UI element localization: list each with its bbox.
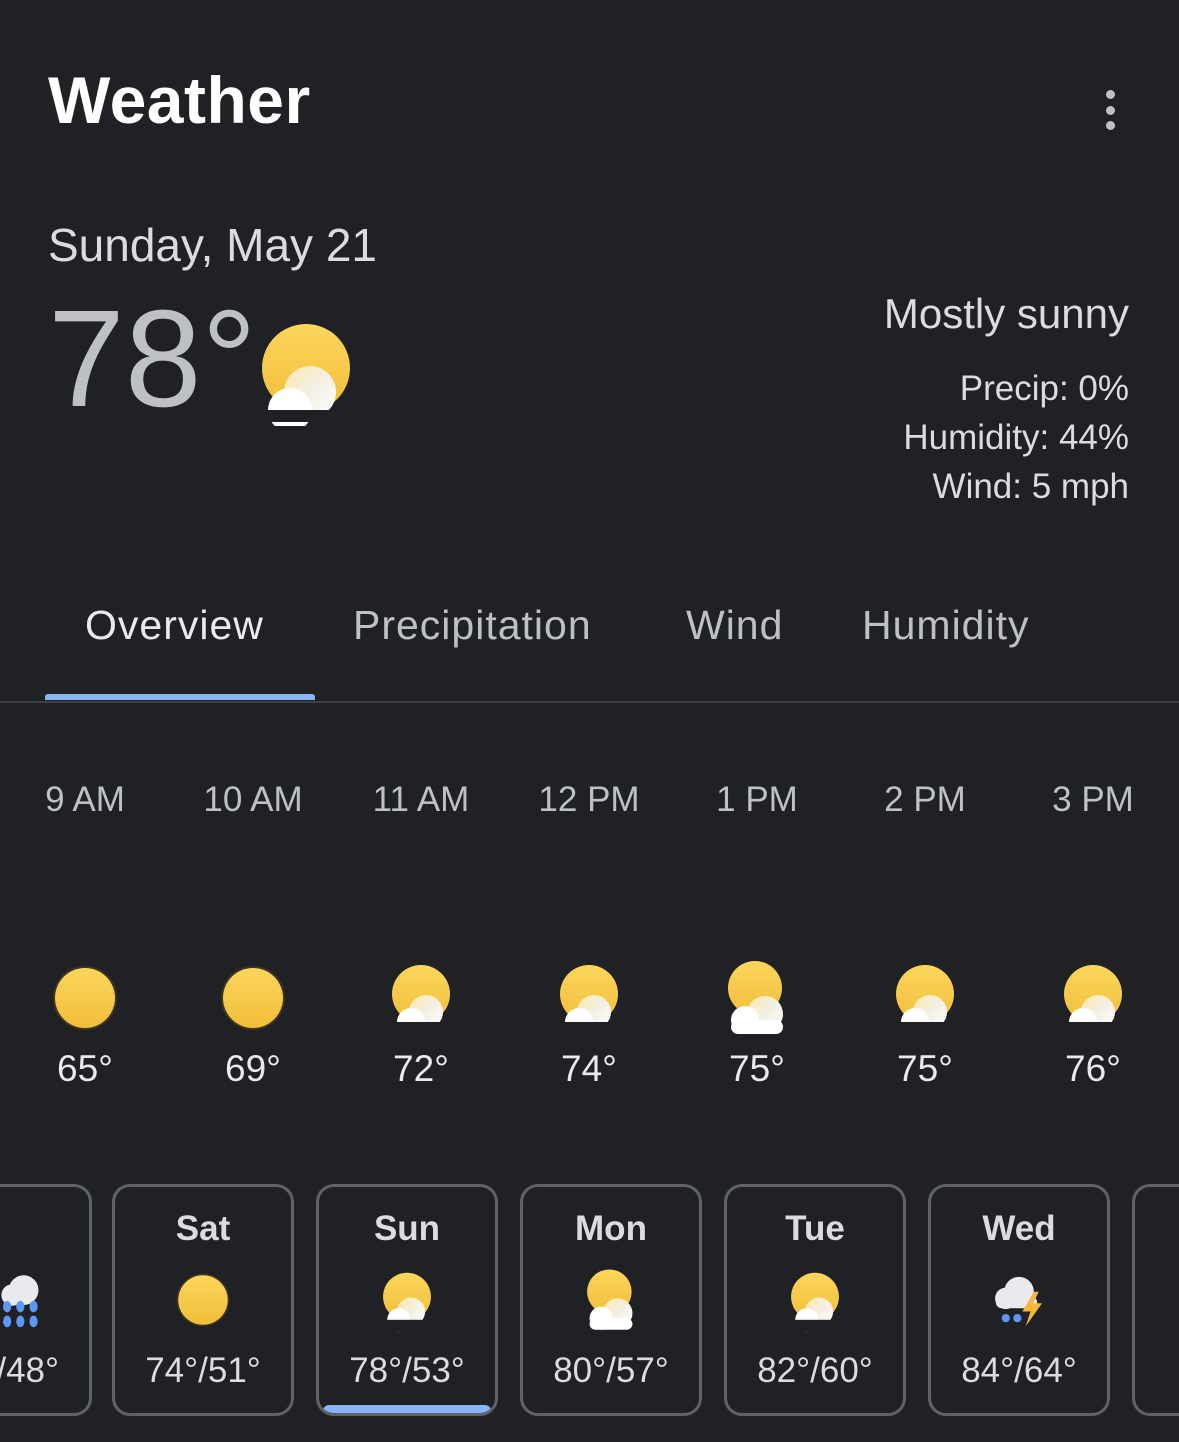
day-card-mon[interactable]: Mon 80°/57° bbox=[520, 1184, 702, 1416]
thunderstorm-icon bbox=[995, 1276, 1043, 1327]
more-vert-icon bbox=[1105, 90, 1115, 99]
mostly-sunny-icon bbox=[262, 324, 350, 426]
hourly-item: 11 AM 72° bbox=[337, 770, 505, 1090]
day-card-sat[interactable]: Sat 74°/51° bbox=[112, 1184, 294, 1416]
weather-page: Weather Sunday, May 21 78° Mostly sunny … bbox=[0, 0, 1179, 1442]
day-temp-range: 84°/64° bbox=[961, 1351, 1077, 1390]
hour-temperature: 65° bbox=[57, 1048, 113, 1089]
day-temp-range: 82°/60° bbox=[757, 1351, 873, 1390]
tab-overview[interactable]: Overview bbox=[85, 602, 264, 649]
day-name: Sun bbox=[373, 1209, 441, 1248]
tab-precipitation[interactable]: Precipitation bbox=[353, 602, 592, 649]
hourly-item: 1 PM 75° bbox=[673, 770, 841, 1090]
day-temp-range: /48° bbox=[0, 1351, 59, 1390]
tab-wind[interactable]: Wind bbox=[686, 602, 783, 649]
sunny-icon bbox=[221, 966, 285, 1030]
hourly-item: 10 AM 69° bbox=[169, 770, 337, 1090]
day-name: Wed bbox=[982, 1209, 1056, 1248]
condition-text: Mostly sunny bbox=[883, 290, 1129, 337]
current-temperature: 78° bbox=[48, 282, 257, 436]
hour-temperature: 69° bbox=[225, 1048, 281, 1089]
hour-temperature: 72° bbox=[393, 1048, 449, 1089]
hourly-item: 2 PM 75° bbox=[841, 770, 1009, 1090]
hourly-item: 3 PM 76° bbox=[1009, 770, 1177, 1090]
active-tab-indicator bbox=[45, 694, 315, 700]
mostly-sunny-icon bbox=[380, 1272, 434, 1332]
precip-text: Precip: 0% bbox=[959, 369, 1129, 408]
page-title: Weather bbox=[48, 63, 311, 137]
day-name: Tue bbox=[785, 1209, 845, 1248]
day-name bbox=[1135, 1209, 1179, 1253]
tab-bar: Overview Precipitation Wind Humidity bbox=[0, 580, 1179, 704]
hour-time: 3 PM bbox=[1052, 780, 1134, 819]
day-card-tue[interactable]: Tue 82°/60° bbox=[724, 1184, 906, 1416]
hour-temperature: 76° bbox=[1065, 1048, 1121, 1089]
sunny-icon bbox=[176, 1273, 230, 1327]
tab-divider bbox=[0, 701, 1179, 703]
daily-forecast: ri/48° Sat 74°/51° Sun 78°/53° Mon 80°/57° Tue 8… bbox=[0, 1184, 1179, 1420]
day-temp-range: 78°/53° bbox=[349, 1351, 465, 1390]
hourly-forecast: 9 AM 65° 10 AM 69° 11 AM 72° 12 PM 74° 1 PM 75° 2 … bbox=[0, 770, 1179, 1110]
hour-time: 10 AM bbox=[203, 780, 303, 819]
day-temp-range: 74°/51° bbox=[145, 1351, 261, 1390]
day-card-sun[interactable]: Sun 78°/53° bbox=[316, 1184, 498, 1416]
hourly-item: 9 AM 65° bbox=[1, 770, 169, 1090]
mostly-sunny-icon bbox=[788, 1272, 842, 1332]
current-date: Sunday, May 21 bbox=[48, 219, 378, 271]
day-name: Sat bbox=[175, 1209, 231, 1248]
day-card-wed[interactable]: Wed 84°/64° bbox=[928, 1184, 1110, 1416]
current-conditions: Mostly sunny Precip: 0% Humidity: 44% Wi… bbox=[884, 290, 1129, 511]
hour-time: 12 PM bbox=[538, 780, 640, 819]
hour-temperature: 75° bbox=[729, 1048, 785, 1089]
mostly-sunny-icon bbox=[1061, 965, 1125, 1036]
day-card[interactable]: 8 bbox=[1132, 1184, 1179, 1416]
mostly-sunny-icon bbox=[389, 965, 453, 1036]
day-name: Mon bbox=[575, 1209, 647, 1248]
partly-cloudy-icon bbox=[728, 961, 783, 1034]
humidity-text: Humidity: 44% bbox=[903, 418, 1129, 457]
selected-day-indicator bbox=[323, 1405, 491, 1413]
day-name: ri bbox=[0, 1209, 89, 1253]
mostly-sunny-icon bbox=[893, 965, 957, 1036]
hour-temperature: 74° bbox=[561, 1048, 617, 1089]
tab-humidity[interactable]: Humidity bbox=[862, 602, 1029, 649]
day-temp-range: 80°/57° bbox=[553, 1351, 669, 1390]
mostly-sunny-icon bbox=[557, 965, 621, 1036]
hour-time: 2 PM bbox=[884, 780, 966, 819]
hour-temperature: 75° bbox=[897, 1048, 953, 1089]
hour-time: 9 AM bbox=[45, 780, 125, 819]
sunny-icon bbox=[53, 966, 117, 1030]
day-card-ri[interactable]: ri/48° bbox=[0, 1184, 92, 1416]
more-options-button[interactable] bbox=[1088, 86, 1132, 134]
hour-time: 11 AM bbox=[372, 780, 470, 819]
hour-time: 1 PM bbox=[716, 780, 798, 819]
rain-icon bbox=[1, 1275, 39, 1328]
partly-cloudy-icon bbox=[587, 1269, 633, 1330]
hourly-item: 12 PM 74° bbox=[505, 770, 673, 1090]
wind-text: Wind: 5 mph bbox=[932, 467, 1129, 506]
